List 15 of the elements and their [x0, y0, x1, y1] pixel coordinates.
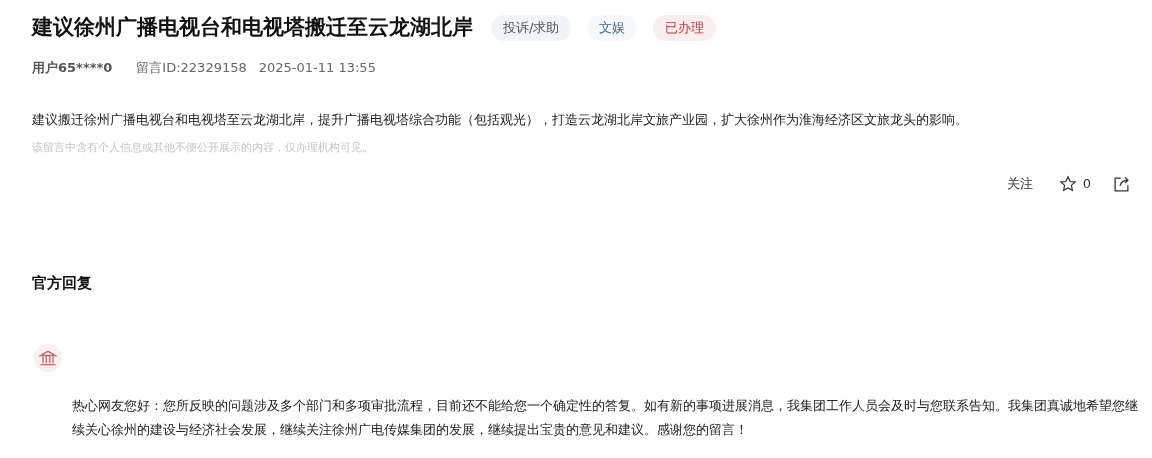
tag: 文娱: [587, 15, 638, 41]
message-id: 留言ID:22329158: [136, 58, 247, 77]
reply-text: 热心网友您好：您所反映的问题涉及多个部门和多项审批流程，目前还不能给您一个确定性的答复。如有新的事项进展消息，我集团工作人员会及时与您联系告知。我集团真诚地希望您继续关心徐州的建设与经济社会发展，继续关注徐州广电传媒集团的发展，继续提出宝贵的意见和建议。感谢您的留言！: [72, 397, 1139, 440]
page-title: 建议徐州广播电视台和电视塔搬迁至云龙湖北岸: [32, 14, 473, 41]
follow-button[interactable]: 关注: [1006, 174, 1033, 194]
user-name: 用户65****0: [32, 58, 113, 77]
tag: 投诉/求助: [491, 15, 572, 41]
timestamp: 2025-01-11 13:55: [258, 58, 376, 77]
star-icon: [1058, 175, 1077, 193]
section-heading: 官方回复: [32, 272, 93, 294]
share-icon[interactable]: [1113, 175, 1130, 193]
tag: 已办理: [653, 15, 717, 41]
message-text: 建议搬迁徐州广播电视台和电视塔至云龙湖北岸，提升广播电视塔综合功能（包括观光），打造云龙湖北岸文旅产业园，扩大徐州作为淮海经济区文旅龙头的影响。: [32, 111, 969, 129]
star-count: 0: [1082, 175, 1091, 194]
star-button[interactable]: 0: [1058, 174, 1091, 194]
